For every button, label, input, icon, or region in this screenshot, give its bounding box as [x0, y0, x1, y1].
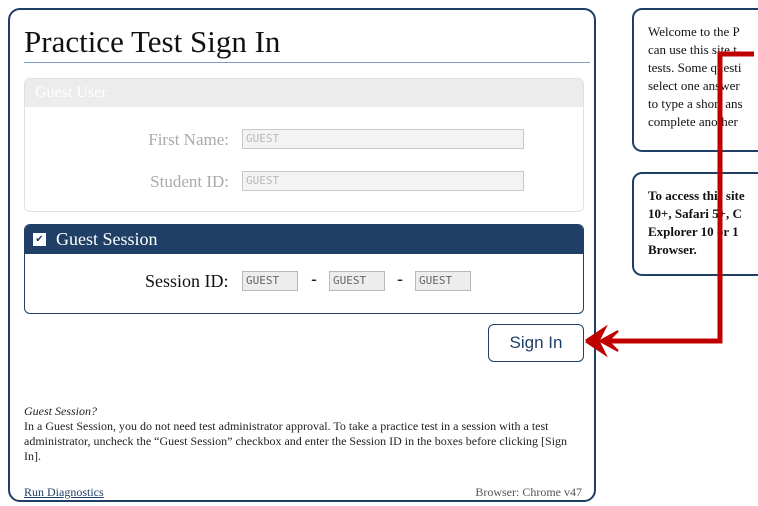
callout-arrow-line	[606, 51, 754, 344]
callout-arrow	[585, 51, 754, 358]
